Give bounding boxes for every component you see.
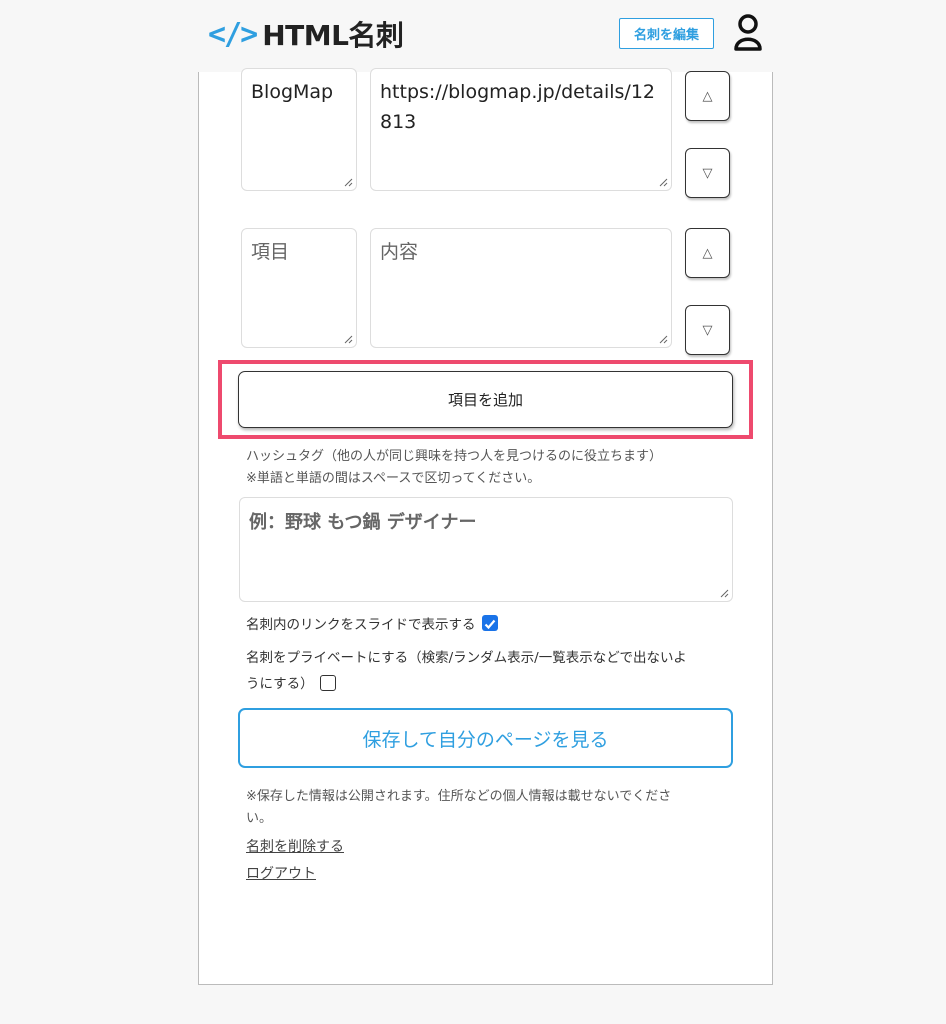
private-option-label-line1: 名刺をプライベートにする（検索/ランダム表示/一覧表示などで出ないよ — [246, 650, 687, 666]
disclaimer-line1: ※保存した情報は公開されます。住所などの個人情報は載せないでくださ — [246, 789, 672, 804]
user-icon[interactable] — [733, 14, 763, 52]
disclaimer-line2: い。 — [246, 811, 273, 826]
item-label-field[interactable]: BlogMap — [241, 68, 357, 191]
delete-card-link[interactable]: 名刺を削除する — [246, 836, 344, 856]
move-up-button[interactable]: △ — [685, 71, 730, 121]
private-option: 名刺をプライベートにする（検索/ランダム表示/一覧表示などで出ないよ うにする） — [246, 645, 687, 697]
hashtag-placeholder: 例：野球 もつ鍋 デザイナー — [249, 512, 477, 533]
move-down-button[interactable]: ▽ — [685, 148, 730, 198]
item-label-field-empty[interactable]: 項目 — [241, 228, 357, 348]
code-bracket-icon: </> — [208, 16, 258, 52]
resize-handle-icon[interactable] — [659, 178, 668, 187]
resize-handle-icon[interactable] — [659, 335, 668, 344]
checkmark-icon — [484, 619, 495, 630]
move-up-button[interactable]: △ — [685, 228, 730, 278]
slide-checkbox[interactable] — [481, 615, 498, 631]
add-item-button[interactable]: 項目を追加 — [238, 371, 733, 428]
resize-handle-icon[interactable] — [344, 335, 353, 344]
site-logo[interactable]: </> HTML名刺 — [208, 14, 404, 54]
slide-option: 名刺内のリンクをスライドで表示する — [246, 612, 498, 638]
item-content-field[interactable]: https://blogmap.jp/details/12813 — [370, 68, 672, 191]
private-option-label-line2: うにする） — [246, 676, 314, 692]
save-and-view-button[interactable]: 保存して自分のページを見る — [238, 708, 733, 768]
resize-handle-icon[interactable] — [720, 589, 729, 598]
hashtag-note: ハッシュタグ（他の人が同じ興味を持つ人を見つけるのに役立ちます） ※単語と単語の… — [246, 446, 662, 490]
private-checkbox[interactable] — [319, 675, 336, 691]
item-label-value: BlogMap — [251, 81, 334, 103]
up-triangle-icon: △ — [702, 245, 713, 261]
disclaimer: ※保存した情報は公開されます。住所などの個人情報は載せないでくださ い。 — [246, 786, 671, 830]
logo-text: HTML名刺 — [262, 19, 404, 52]
down-triangle-icon: ▽ — [702, 165, 713, 181]
hashtag-note-line2: ※単語と単語の間はスペースで区切ってください。 — [246, 471, 541, 486]
down-triangle-icon: ▽ — [702, 322, 713, 338]
item-content-value: https://blogmap.jp/details/12813 — [380, 81, 655, 133]
site-header: </> HTML名刺 名刺を編集 — [0, 0, 946, 72]
hashtag-input[interactable]: 例：野球 もつ鍋 デザイナー — [239, 497, 733, 602]
logout-link[interactable]: ログアウト — [246, 863, 316, 883]
hashtag-note-line1: ハッシュタグ（他の人が同じ興味を持つ人を見つけるのに役立ちます） — [246, 449, 663, 464]
slide-option-label: 名刺内のリンクをスライドで表示する — [246, 617, 476, 633]
edit-card-button[interactable]: 名刺を編集 — [619, 18, 714, 49]
item-content-field-empty[interactable]: 内容 — [370, 228, 672, 348]
item-content-placeholder: 内容 — [380, 241, 419, 263]
item-label-placeholder: 項目 — [251, 241, 290, 263]
resize-handle-icon[interactable] — [344, 178, 353, 187]
move-down-button[interactable]: ▽ — [685, 305, 730, 355]
up-triangle-icon: △ — [702, 88, 713, 104]
